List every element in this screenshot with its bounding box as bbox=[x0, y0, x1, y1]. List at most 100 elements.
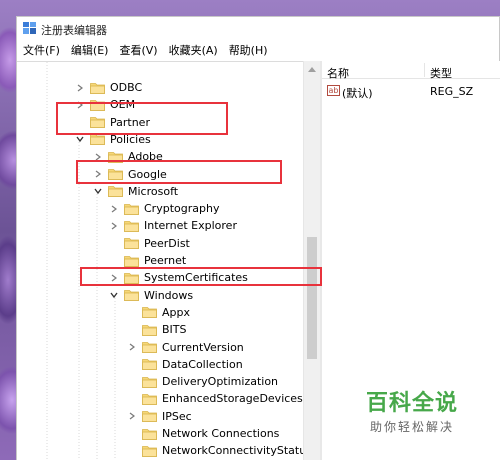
tree-node-label: Cryptography bbox=[144, 202, 220, 216]
folder-icon bbox=[142, 376, 157, 388]
folder-icon bbox=[142, 410, 157, 423]
tree-node[interactable]: SystemCertificates bbox=[109, 269, 248, 286]
scrollbar-thumb[interactable] bbox=[307, 237, 317, 359]
chevron-right-icon[interactable] bbox=[75, 100, 85, 110]
tree-vertical-scrollbar[interactable] bbox=[303, 61, 320, 460]
tree-node-label: Partner bbox=[110, 115, 150, 129]
chevron-right-icon[interactable] bbox=[109, 204, 119, 214]
tree-node[interactable]: ODBC bbox=[75, 79, 142, 96]
tree-node-label: Adobe bbox=[128, 150, 163, 164]
tree-node-label: OEM bbox=[110, 98, 136, 112]
value-row[interactable]: ab (默认) REG_SZ bbox=[322, 82, 500, 100]
chevron-right-icon[interactable] bbox=[75, 83, 85, 93]
value-type: REG_SZ bbox=[430, 85, 474, 98]
scroll-up-arrow-icon[interactable] bbox=[308, 67, 316, 72]
tree-node-label: Google bbox=[128, 167, 167, 181]
value-name: (默认) bbox=[342, 87, 373, 100]
registry-values-list: 名称 类型 ab (默认) REG_SZ bbox=[322, 61, 500, 460]
tree-node-label: Network Connections bbox=[162, 427, 280, 440]
tree-node-label: NetworkConnectivityStatusIn bbox=[162, 444, 303, 458]
tree-node[interactable]: Policies bbox=[75, 131, 151, 148]
tree-node[interactable]: DataCollection bbox=[127, 356, 243, 373]
menu-favorites[interactable]: 收藏夹(A) bbox=[169, 41, 218, 59]
tree-node[interactable]: Google bbox=[93, 166, 167, 183]
column-header-name[interactable]: 名称 bbox=[327, 65, 349, 81]
tree-node[interactable]: Peernet bbox=[109, 252, 186, 269]
tree-node[interactable]: CurrentVersion bbox=[127, 339, 244, 356]
registry-key-tree[interactable]: ODBC OEM Partner Policies Adobe Google Microso… bbox=[17, 61, 303, 460]
folder-icon bbox=[90, 116, 105, 128]
tree-node-label: CurrentVersion bbox=[162, 340, 244, 354]
tree-node[interactable]: OEM bbox=[75, 96, 135, 113]
tree-node[interactable]: Adobe bbox=[93, 148, 163, 165]
tree-node[interactable]: EnhancedStorageDevices bbox=[127, 390, 303, 407]
tree-node[interactable]: Internet Explorer bbox=[109, 217, 237, 234]
tree-node-label: IPSec bbox=[162, 409, 192, 423]
folder-icon bbox=[142, 445, 157, 457]
chevron-down-icon[interactable] bbox=[109, 290, 119, 300]
tree-node-label: Peernet bbox=[144, 254, 187, 267]
tree-node-label: ODBC bbox=[110, 81, 143, 94]
folder-icon bbox=[108, 168, 123, 180]
values-list-header: 名称 类型 bbox=[322, 61, 500, 81]
tree-node[interactable]: Microsoft bbox=[93, 183, 178, 200]
registry-editor-window: 注册表编辑器 文件(F) 编辑(E) 查看(V) 收藏夹(A) 帮助(H) OD… bbox=[16, 16, 500, 460]
chevron-right-icon[interactable] bbox=[127, 411, 137, 421]
chevron-right-icon[interactable] bbox=[93, 169, 103, 179]
tree-node[interactable]: Windows bbox=[109, 287, 193, 304]
menu-file[interactable]: 文件(F) bbox=[23, 41, 60, 59]
menu-help[interactable]: 帮助(H) bbox=[229, 41, 268, 59]
chevron-right-icon[interactable] bbox=[127, 342, 137, 352]
tree-node-label: Windows bbox=[144, 288, 194, 302]
chevron-right-icon[interactable] bbox=[93, 152, 103, 162]
tree-node[interactable]: BITS bbox=[127, 321, 187, 338]
tree-node-label: Policies bbox=[110, 132, 151, 146]
tree-node[interactable]: DeliveryOptimization bbox=[127, 373, 278, 390]
tree-node-label: DeliveryOptimization bbox=[162, 375, 279, 389]
menu-edit[interactable]: 编辑(E) bbox=[71, 41, 109, 59]
column-header-type[interactable]: 类型 bbox=[430, 65, 452, 81]
folder-icon bbox=[142, 306, 157, 319]
folder-icon bbox=[142, 341, 157, 353]
folder-icon bbox=[124, 220, 139, 232]
tree-node[interactable]: Appx bbox=[127, 304, 190, 321]
tree-node-label: SystemCertificates bbox=[144, 271, 248, 285]
tree-node-label: Internet Explorer bbox=[144, 219, 237, 233]
tree-node[interactable]: Cryptography bbox=[109, 200, 219, 217]
tree-node[interactable]: NetworkConnectivityStatusIn bbox=[127, 442, 303, 459]
chevron-down-icon[interactable] bbox=[93, 186, 103, 196]
folder-icon bbox=[90, 99, 105, 111]
tree-node[interactable]: Network Connections bbox=[127, 425, 279, 442]
menu-view[interactable]: 查看(V) bbox=[119, 41, 157, 59]
column-divider[interactable] bbox=[424, 63, 425, 77]
folder-icon bbox=[124, 272, 139, 284]
tree-node[interactable]: IPSec bbox=[127, 408, 192, 425]
folder-icon bbox=[142, 393, 157, 405]
chevron-down-icon[interactable] bbox=[75, 134, 85, 144]
folder-icon bbox=[124, 255, 139, 267]
folder-icon bbox=[142, 358, 157, 371]
folder-icon bbox=[90, 82, 105, 94]
tree-node-label: EnhancedStorageDevices bbox=[162, 392, 303, 406]
chevron-right-icon[interactable] bbox=[109, 221, 119, 231]
string-value-icon: ab bbox=[327, 85, 340, 96]
title-bar: 注册表编辑器 bbox=[17, 17, 499, 39]
tree-node[interactable]: Partner bbox=[75, 114, 150, 131]
tree-node-label: PeerDist bbox=[144, 236, 190, 250]
folder-icon bbox=[90, 133, 105, 146]
tree-node[interactable]: PeerDist bbox=[109, 235, 190, 252]
chevron-right-icon[interactable] bbox=[109, 273, 119, 283]
folder-icon bbox=[142, 324, 157, 336]
tree-node-label: DataCollection bbox=[162, 357, 243, 371]
registry-editor-icon bbox=[23, 22, 36, 34]
folder-icon bbox=[108, 151, 123, 163]
